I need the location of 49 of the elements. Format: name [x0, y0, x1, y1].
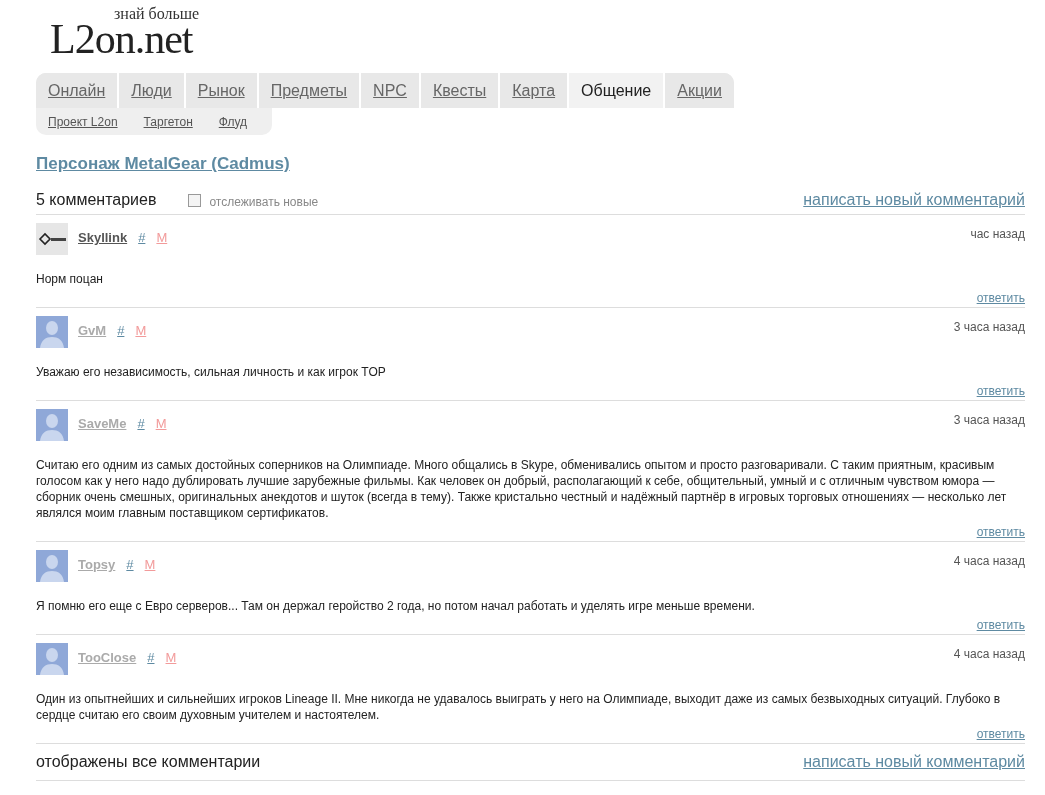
- author-link[interactable]: Skyllink: [78, 230, 128, 245]
- avatar-icon: [36, 316, 68, 348]
- message-link[interactable]: M: [156, 230, 168, 245]
- anchor-link[interactable]: #: [126, 557, 134, 572]
- comment-text: Считаю его одним из самых достойных соперников на Олимпиаде. Много общались в Skype, обменивались опытом и просто разговаривали. С таким приятным, красивым голосом как у него надо дублировать лучшие зарубежные фильмы. Как человек он добрый, располагающий к себе, общительный, умный и с отличным чувством юмора — сборник очень смешных, оригинальных анекдотов и шуток (всегда в тему). Также кристально честный и надёжный партнёр в игровых торговых отношениях — несколько лет являлся моим главным поставщиком сертификатов.: [36, 457, 1008, 521]
- comment-time: 4 часа назад: [953, 647, 1025, 661]
- comment-time: 3 часа назад: [953, 320, 1025, 334]
- message-link[interactable]: M: [144, 557, 156, 572]
- nav-tab[interactable]: Общение: [569, 73, 666, 108]
- logo-tagline: знай больше: [114, 6, 200, 22]
- follow-label: отслеживать новые: [209, 194, 319, 209]
- subnav-link[interactable]: Проект L2on: [48, 114, 118, 129]
- reply-link[interactable]: ответить: [976, 291, 1025, 305]
- author-link[interactable]: GvM: [78, 323, 107, 338]
- avatar-icon: [36, 550, 68, 582]
- message-link[interactable]: M: [165, 650, 177, 665]
- avatar-icon: [36, 223, 68, 255]
- reply-link[interactable]: ответить: [976, 384, 1025, 398]
- author-link[interactable]: TooClose: [78, 650, 137, 665]
- subnav-link[interactable]: Флуд: [218, 114, 248, 129]
- site-logo[interactable]: L2on.net: [50, 22, 193, 56]
- subnav-link[interactable]: Таргетон: [143, 114, 193, 129]
- write-comment-link[interactable]: написать новый комментарий: [803, 753, 1025, 771]
- reply-link[interactable]: ответить: [976, 618, 1025, 632]
- comment-time: 3 часа назад: [953, 413, 1025, 427]
- avatar-icon: [36, 409, 68, 441]
- write-comment-link[interactable]: написать новый комментарий: [803, 191, 1025, 209]
- reply-link[interactable]: ответить: [976, 525, 1025, 539]
- anchor-link[interactable]: #: [138, 230, 146, 245]
- author-link[interactable]: Topsy: [78, 557, 116, 572]
- avatar-icon: [36, 643, 68, 675]
- comment-text: Норм поцан: [36, 271, 104, 287]
- message-link[interactable]: M: [135, 323, 147, 338]
- comment-text: Уважаю его независимость, сильная личность и как игрок TOP: [36, 364, 387, 380]
- comment-text: Один из опытнейших и сильнейших игроков Lineage II. Мне никогда не удавалось выиграть у него на Олимпиаде, выходит даже из самых безвыходных ситуаций. Глубоко в сердце считаю его своим духовным учителем и настоятелем.: [36, 691, 1002, 723]
- follow-checkbox[interactable]: [188, 193, 202, 207]
- comment-text: Я помню его еще с Евро серверов... Там он держал геройство 2 года, но потом начал работать и уделять игре меньше времени.: [36, 598, 756, 614]
- anchor-link[interactable]: #: [137, 416, 145, 431]
- comment-count: 5 комментариев: [36, 191, 157, 209]
- author-link[interactable]: SaveMe: [78, 416, 127, 431]
- reply-link[interactable]: ответить: [976, 727, 1025, 741]
- nav-tab[interactable]: Онлайн: [36, 73, 120, 108]
- anchor-link[interactable]: #: [147, 650, 155, 665]
- comment-time: 4 часа назад: [953, 554, 1025, 568]
- anchor-link[interactable]: #: [117, 323, 125, 338]
- comment-time: час назад: [970, 227, 1025, 241]
- message-link[interactable]: M: [155, 416, 167, 431]
- comments-status: отображены все комментарии: [36, 753, 261, 771]
- page-title[interactable]: Персонаж MetalGear (Cadmus): [36, 154, 290, 174]
